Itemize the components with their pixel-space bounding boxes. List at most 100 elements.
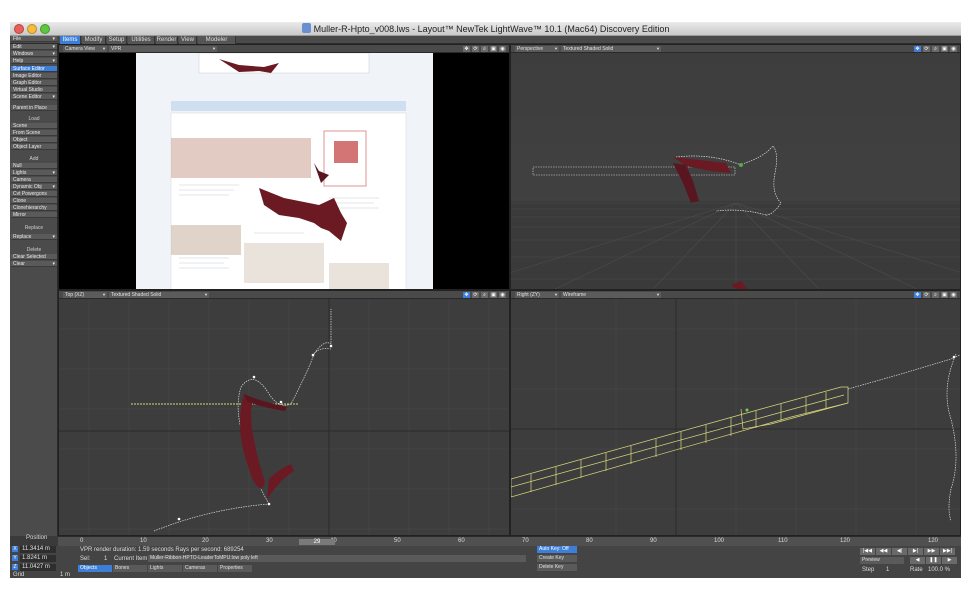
load-scene-label: Scene	[13, 123, 28, 129]
tab-modify[interactable]: Modify	[82, 36, 106, 44]
replace-button[interactable]: Replace ▾	[11, 234, 57, 240]
zoom-view-icon[interactable]: ⌕	[481, 292, 488, 298]
go-to-end-button[interactable]: ▶▶|	[940, 548, 955, 555]
parent-in-place-button[interactable]: Parent in Place	[11, 105, 57, 111]
perspective-view-dropdown[interactable]: Perspective ▼	[515, 46, 559, 52]
next-key-button[interactable]: ▶▶	[924, 548, 939, 555]
render-view-icon[interactable]: ◉	[950, 292, 957, 298]
maximize-view-icon[interactable]: ▣	[490, 46, 497, 52]
clear-button[interactable]: Clear ▾	[11, 261, 57, 267]
rotate-view-icon[interactable]: ⟳	[923, 46, 930, 52]
position-z-field[interactable]: 11.0427 m	[20, 564, 56, 571]
tab-setup[interactable]: Setup	[107, 36, 127, 44]
load-object-button[interactable]: Object	[11, 137, 57, 143]
vpr-render-info: VPR render duration: 1.59 seconds Rays p…	[80, 547, 244, 553]
right-mode-dropdown[interactable]: Wireframe ▼	[561, 292, 661, 298]
camera-viewport[interactable]: Camera View ▼ VPR ▼ ✥ ⟳ ⌕ ▣ ◉	[58, 44, 510, 290]
bottom-tab-objects[interactable]: Objects	[78, 565, 112, 572]
tab-items[interactable]: Items	[60, 36, 81, 44]
rotate-view-icon[interactable]: ⟳	[472, 292, 479, 298]
graph-editor-button[interactable]: Graph Editor	[11, 80, 57, 86]
bottom-tab-lights[interactable]: Lights	[148, 565, 182, 572]
edit-menu-label: Edit	[13, 44, 22, 50]
menu-bar: Items Modify Setup Utilities Render View…	[10, 36, 961, 51]
perspective-mode-dropdown[interactable]: Textured Shaded Solid ▼	[561, 46, 661, 52]
previous-key-button[interactable]: ◀◀	[876, 548, 891, 555]
add-null-button[interactable]: Null	[11, 163, 57, 169]
edit-menu[interactable]: Edit ▾	[11, 44, 57, 50]
current-item-value: Muller-Ribbon-HPTO-LeaderToMPU:low poly …	[150, 555, 258, 561]
render-view-icon[interactable]: ◉	[950, 46, 957, 52]
add-camera-button[interactable]: Camera	[11, 177, 57, 183]
camera-mode-dropdown[interactable]: VPR ▼	[109, 46, 217, 52]
tab-view[interactable]: View	[179, 36, 197, 44]
move-view-icon[interactable]: ✥	[463, 46, 470, 52]
rotate-view-icon[interactable]: ⟳	[472, 46, 479, 52]
y-axis-icon[interactable]: Y	[12, 555, 18, 561]
z-axis-icon[interactable]: Z	[12, 564, 18, 570]
clear-selected-button[interactable]: Clear Selected	[11, 254, 57, 260]
delete-key-button[interactable]: Delete Key	[537, 564, 577, 571]
right-view-dropdown[interactable]: Right (ZY) ▼	[515, 292, 559, 298]
add-dynamic-obj-button[interactable]: Dynamic Obj ▾	[11, 184, 57, 190]
maximize-view-icon[interactable]: ▣	[941, 46, 948, 52]
mirror-button[interactable]: Mirror	[11, 212, 57, 218]
clone-button[interactable]: Clone	[11, 198, 57, 204]
load-from-scene-button[interactable]: From Scene	[11, 130, 57, 136]
camera-view-dropdown[interactable]: Camera View ▼	[63, 46, 107, 52]
zoom-view-icon[interactable]: ⌕	[932, 292, 939, 298]
x-axis-icon[interactable]: X	[12, 546, 18, 552]
bottom-tab-properties[interactable]: Properties	[218, 565, 252, 572]
surface-editor-button[interactable]: Surface Editor	[11, 66, 57, 72]
bottom-tab-bones[interactable]: Bones	[113, 565, 147, 572]
image-editor-button[interactable]: Image Editor	[11, 73, 57, 79]
position-y-field[interactable]: 1.8241 m	[20, 555, 56, 562]
move-view-icon[interactable]: ✥	[914, 292, 921, 298]
pause-button[interactable]: ❚❚	[926, 557, 941, 564]
current-item-dropdown[interactable]: Muller-Ribbon-HPTO-LeaderToMPU:low poly …	[148, 555, 526, 562]
add-lights-button[interactable]: Lights ▾	[11, 170, 57, 176]
top-view-dropdown[interactable]: Top (XZ) ▼	[63, 292, 107, 298]
zoom-view-icon[interactable]: ⌕	[481, 46, 488, 52]
play-reverse-button[interactable]: ◀	[910, 557, 925, 564]
load-object-layer-button[interactable]: Object Layer	[11, 144, 57, 150]
next-frame-button[interactable]: ▶|	[908, 548, 923, 555]
right-viewport[interactable]: Right (ZY) ▼ Wireframe ▼ ✥ ⟳ ⌕ ▣ ◉	[510, 290, 961, 536]
tab-utilities[interactable]: Utilities	[128, 36, 155, 44]
go-to-start-button[interactable]: |◀◀	[860, 548, 875, 555]
preview-dropdown[interactable]: Preview	[860, 557, 904, 564]
step-value[interactable]: 1	[886, 567, 889, 573]
top-mode-dropdown[interactable]: Textured Shaded Solid ▼	[109, 292, 209, 298]
cvt-powergons-button[interactable]: Cvt Powergons	[11, 191, 57, 197]
rate-value[interactable]: 100.0 %	[928, 567, 950, 573]
previous-frame-button[interactable]: ◀|	[892, 548, 907, 555]
move-view-icon[interactable]: ✥	[914, 46, 921, 52]
tab-render[interactable]: Render	[156, 36, 178, 44]
file-menu[interactable]: File ▾	[11, 36, 57, 42]
clonehierarchy-button[interactable]: Clonehierarchy	[11, 205, 57, 211]
top-viewport[interactable]: Top (XZ) ▼ Textured Shaded Solid ▼ ✥ ⟳ ⌕ ▣…	[58, 290, 510, 536]
grid-label: Grid	[13, 572, 25, 578]
create-key-button[interactable]: Create Key	[537, 555, 577, 562]
move-view-icon[interactable]: ✥	[463, 292, 470, 298]
rotate-view-icon[interactable]: ⟳	[923, 292, 930, 298]
help-menu[interactable]: Help ▾	[11, 58, 57, 64]
maximize-view-icon[interactable]: ▣	[941, 292, 948, 298]
auto-key-toggle[interactable]: Auto Key: Off	[537, 546, 577, 553]
virtual-studio-button[interactable]: Virtual Studio	[11, 87, 57, 93]
timeline-tick: 70	[522, 538, 529, 544]
perspective-viewport[interactable]: Perspective ▼ Textured Shaded Solid ▼ ✥ ⟳ …	[510, 44, 961, 290]
tab-modeler-tools[interactable]: Modeler Tools	[198, 36, 236, 51]
render-view-icon[interactable]: ◉	[499, 46, 506, 52]
maximize-view-icon[interactable]: ▣	[490, 292, 497, 298]
scene-editor-button[interactable]: Scene Editor ▾	[11, 94, 57, 100]
current-frame-handle[interactable]: 29	[299, 539, 335, 545]
bottom-tab-cameras[interactable]: Cameras	[183, 565, 217, 572]
load-scene-button[interactable]: Scene	[11, 123, 57, 129]
play-forward-button[interactable]: ▶	[942, 557, 957, 564]
windows-menu[interactable]: Windows ▾	[11, 51, 57, 57]
render-view-icon[interactable]: ◉	[499, 292, 506, 298]
zoom-view-icon[interactable]: ⌕	[932, 46, 939, 52]
position-x-field[interactable]: 11.3414 m	[20, 546, 56, 553]
timeline-slider[interactable]: 0 10 20 30 40 50 60 70 80 90 100 110 120…	[58, 536, 961, 546]
